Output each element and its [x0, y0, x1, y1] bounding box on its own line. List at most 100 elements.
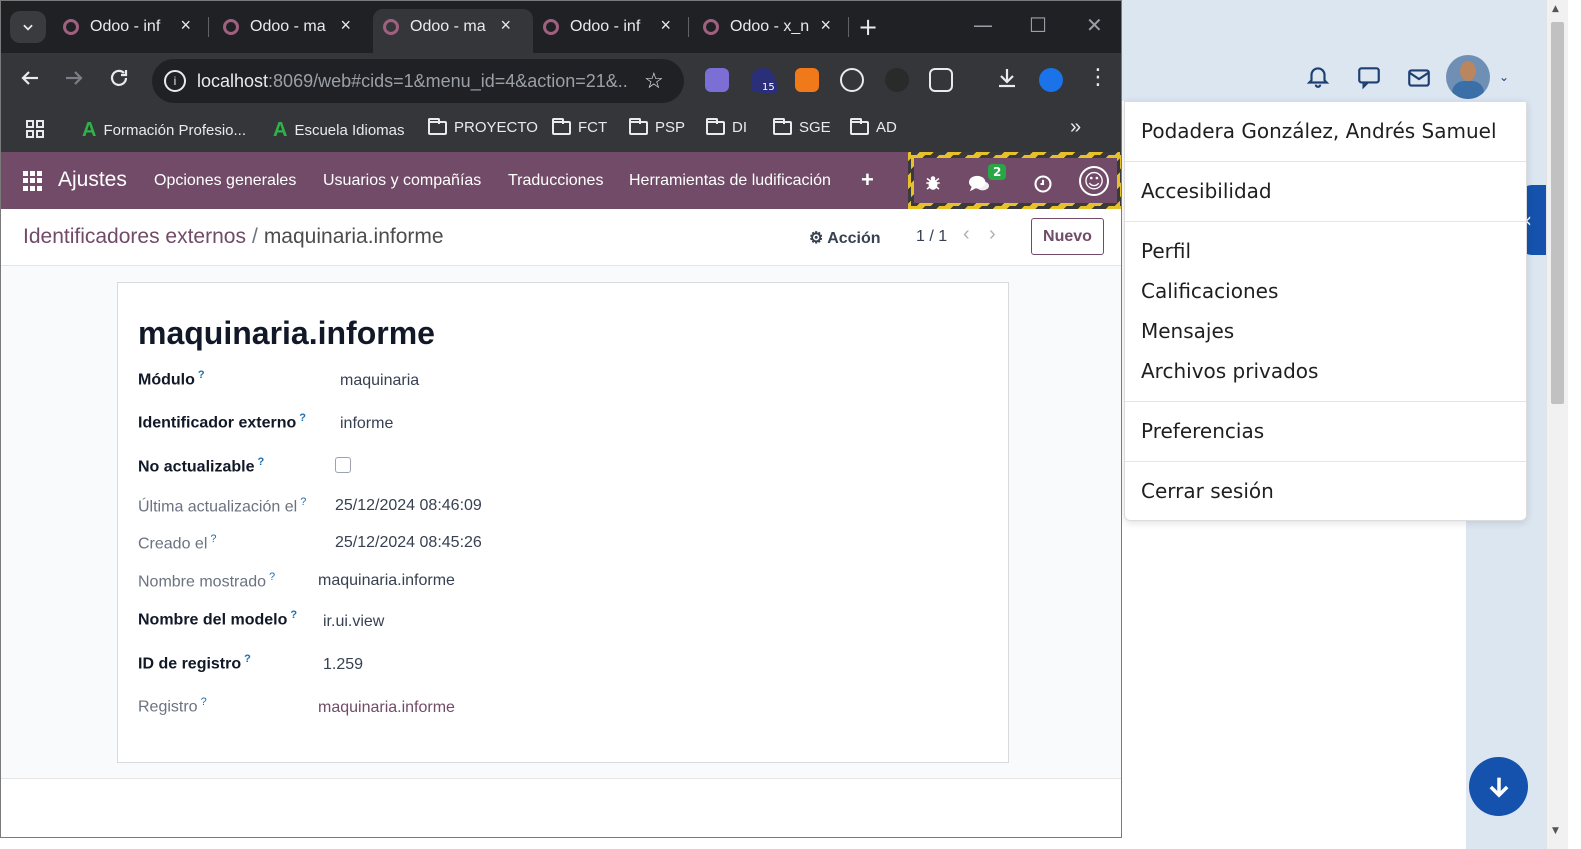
close-tab-icon[interactable]: × [500, 15, 511, 36]
field-value-module[interactable]: maquinaria [340, 372, 419, 390]
menu-users-companies[interactable]: Usuarios y compañías [323, 172, 481, 190]
bookmark-label: FCT [578, 119, 608, 136]
field-label-module: Módulo? [138, 369, 205, 389]
menu-user-name: Podadera González, Andrés Samuel [1141, 119, 1497, 143]
bookmark-folder[interactable]: DI [706, 117, 747, 136]
field-value-reference-link[interactable]: maquinaria.informe [318, 699, 455, 717]
page-scrollbar[interactable]: ▲ ▼ [1546, 0, 1568, 849]
bookmark-folder[interactable]: PSP [629, 117, 685, 136]
bookmark-item[interactable]: A Escuela Idiomas [273, 119, 405, 142]
app-name[interactable]: Ajustes [58, 168, 127, 192]
clock-activity-icon[interactable] [1033, 174, 1053, 199]
gear-extension-icon[interactable] [705, 68, 729, 92]
menu-gamification-tools[interactable]: Herramientas de ludificación [629, 172, 831, 190]
field-value-model[interactable]: ir.ui.view [323, 613, 384, 631]
browser-toolbar: i localhost:8069/web#cids=1&menu_id=4&ac… [1, 53, 1121, 109]
help-tooltip-icon[interactable]: ? [299, 412, 306, 424]
bookmark-star-icon[interactable]: ☆ [644, 68, 664, 94]
control-panel: Identificadores externos / maquinaria.info… [1, 209, 1121, 266]
help-tooltip-icon[interactable]: ? [290, 609, 297, 621]
help-tooltip-icon[interactable]: ? [257, 456, 264, 468]
help-tooltip-icon[interactable]: ? [300, 496, 306, 508]
chevron-down-icon[interactable]: ⌄ [1499, 70, 1509, 84]
help-tooltip-icon[interactable]: ? [210, 533, 216, 545]
menu-item-ratings[interactable]: Calificaciones [1141, 279, 1278, 303]
forward-arrow-icon[interactable] [62, 66, 86, 90]
back-arrow-icon[interactable] [18, 66, 42, 90]
mail-icon[interactable] [1406, 65, 1432, 91]
react-devtools-icon[interactable] [840, 68, 864, 92]
noupdate-checkbox[interactable] [335, 457, 351, 473]
odoo-favicon-icon [223, 19, 239, 35]
close-tab-icon[interactable]: × [180, 15, 191, 36]
code-extension-icon[interactable] [1039, 68, 1063, 92]
scroll-down-arrow-icon[interactable]: ▼ [1552, 826, 1559, 836]
menu-general-settings[interactable]: Opciones generales [154, 172, 296, 190]
bug-icon[interactable] [924, 174, 942, 197]
close-window-icon[interactable]: ✕ [1086, 13, 1103, 37]
bookmark-folder[interactable]: SGE [773, 117, 831, 136]
menu-translations[interactable]: Traducciones [508, 172, 603, 190]
url-text[interactable]: localhost:8069/web#cids=1&menu_id=4&acti… [197, 71, 627, 92]
more-menu-icon[interactable]: ⋮ [1087, 66, 1109, 90]
pager-previous-icon[interactable]: ‹ [963, 223, 970, 246]
close-tab-icon[interactable]: × [340, 15, 351, 36]
close-tab-icon[interactable]: × [660, 15, 671, 36]
bookmark-folder[interactable]: FCT [552, 117, 608, 136]
menu-item-accessibility[interactable]: Accesibilidad [1141, 179, 1272, 203]
field-value-create-date: 25/12/2024 08:45:26 [335, 534, 482, 551]
avatar[interactable] [1446, 55, 1490, 99]
pager-value[interactable]: 1 / 1 [916, 228, 947, 246]
menu-item-profile[interactable]: Perfil [1141, 239, 1191, 263]
browser-tab[interactable]: Odoo - x_n × [693, 9, 853, 45]
menu-item-logout[interactable]: Cerrar sesión [1141, 479, 1274, 503]
tab-title: Odoo - x_n [730, 18, 810, 35]
close-tab-icon[interactable]: × [820, 15, 831, 36]
bookmark-folder[interactable]: AD [850, 117, 897, 136]
discuss-chat-icon[interactable] [968, 174, 990, 199]
bookmark-item[interactable]: A Formación Profesio... [82, 119, 246, 142]
new-button[interactable]: Nuevo [1031, 218, 1104, 255]
scroll-up-arrow-icon[interactable]: ▲ [1552, 4, 1559, 14]
apps-menu-icon[interactable] [23, 171, 43, 191]
user-avatar-icon[interactable]: ☺ [1079, 166, 1109, 196]
minimize-icon[interactable]: — [973, 13, 993, 37]
new-tab-plus-icon[interactable]: + [858, 13, 878, 41]
scrollbar-thumb[interactable] [1551, 22, 1564, 404]
bookmark-folder[interactable]: PROYECTO [428, 117, 538, 136]
menu-item-messages[interactable]: Mensajes [1141, 319, 1234, 343]
field-value-res-id[interactable]: 1.259 [323, 656, 363, 674]
tab-search-button[interactable] [10, 11, 46, 43]
apps-grid-icon[interactable] [25, 119, 45, 139]
form-content-area: maquinaria.informe Módulo? maquinaria Id… [1, 266, 1121, 778]
help-tooltip-icon[interactable]: ? [201, 696, 207, 708]
field-value-external-id[interactable]: informe [340, 415, 393, 433]
angular-devtools-icon[interactable] [885, 68, 909, 92]
action-button[interactable]: ⚙ Acción [809, 228, 881, 248]
browser-tab[interactable]: Odoo - inf × [533, 9, 693, 45]
reload-icon[interactable] [107, 66, 131, 90]
pager-next-icon[interactable]: › [989, 223, 996, 246]
maximize-icon[interactable]: ☐ [1029, 13, 1047, 37]
help-tooltip-icon[interactable]: ? [269, 571, 275, 583]
download-icon[interactable] [995, 66, 1019, 90]
help-tooltip-icon[interactable]: ? [198, 369, 205, 381]
add-menu-plus-icon[interactable]: + [861, 167, 874, 193]
menu-item-preferences[interactable]: Preferencias [1141, 419, 1264, 443]
sync-extension-icon[interactable] [795, 68, 819, 92]
bookmark-label: Escuela Idiomas [294, 122, 405, 139]
address-bar[interactable]: i localhost:8069/web#cids=1&menu_id=4&ac… [152, 59, 684, 103]
browser-tab[interactable]: Odoo - inf × [53, 9, 213, 45]
folder-icon [428, 117, 447, 135]
menu-item-private-files[interactable]: Archivos privados [1141, 359, 1318, 383]
more-bookmarks-chevron-icon[interactable]: » [1070, 116, 1081, 139]
breadcrumb-parent-link[interactable]: Identificadores externos [23, 225, 246, 248]
bell-icon[interactable] [1305, 63, 1331, 89]
browser-tab[interactable]: Odoo - ma × [213, 9, 373, 45]
scroll-down-button[interactable] [1469, 757, 1528, 816]
site-info-icon[interactable]: i [164, 70, 186, 92]
browser-tab-active[interactable]: Odoo - ma × [373, 9, 533, 53]
help-tooltip-icon[interactable]: ? [244, 653, 251, 665]
chat-icon[interactable] [1356, 64, 1382, 90]
extensions-puzzle-icon[interactable] [929, 68, 953, 92]
